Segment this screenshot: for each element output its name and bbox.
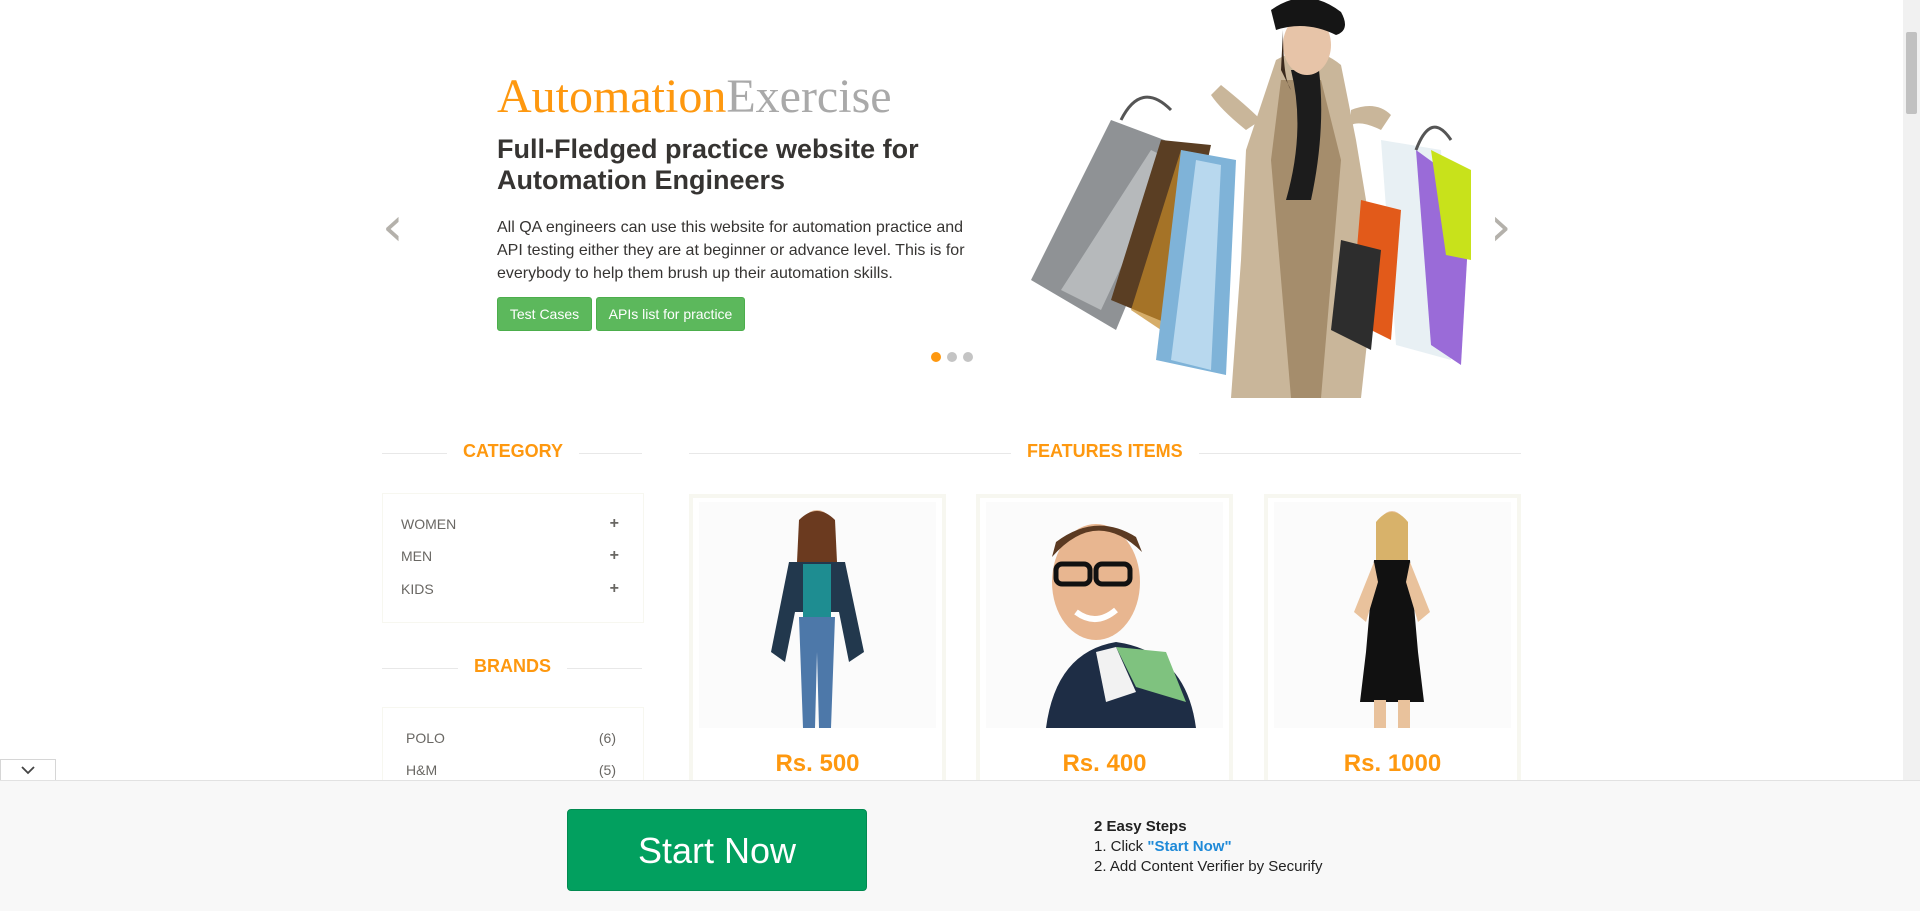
brand-part-exercise: Exercise xyxy=(726,70,892,123)
scrollbar-thumb[interactable] xyxy=(1906,32,1917,114)
page-scrollbar[interactable] xyxy=(1903,0,1920,780)
brand-item-hm[interactable]: H&M (5) xyxy=(406,762,616,778)
ad-banner: Start Now 2 Easy Steps 1. Click "Start N… xyxy=(0,780,1920,911)
apis-list-button[interactable]: APIs list for practice xyxy=(596,297,745,331)
slider-dot[interactable] xyxy=(947,352,957,362)
hero-shopping-image xyxy=(1031,0,1471,398)
brand-count: (6) xyxy=(598,730,616,746)
chevron-right-icon[interactable]: › xyxy=(1490,200,1512,254)
plus-icon[interactable]: + xyxy=(610,515,619,533)
step-1-text: 1. Click xyxy=(1094,838,1148,855)
product-card: Rs. 500 xyxy=(689,494,946,794)
product-image xyxy=(1274,502,1511,728)
plus-icon[interactable]: + xyxy=(610,580,619,598)
category-panel: WOMEN + MEN + KIDS + xyxy=(382,493,644,623)
product-card: Rs. 400 xyxy=(976,494,1233,794)
slider-description: All QA engineers can use this website fo… xyxy=(497,219,965,282)
hero-slider: ‹ › AutomationExercise Full-Fledged prac… xyxy=(370,0,1520,400)
category-title: CATEGORY xyxy=(447,441,580,462)
slider-headline: Full-Fledged practice website for Automa… xyxy=(497,134,919,195)
chevron-left-icon[interactable]: ‹ xyxy=(382,200,404,254)
ad-steps: 2 Easy Steps 1. Click "Start Now" 2. Add… xyxy=(1094,817,1322,877)
collapse-ad-button[interactable] xyxy=(0,759,56,781)
brand-item-polo[interactable]: POLO (6) xyxy=(406,730,616,746)
category-item-women[interactable]: WOMEN + xyxy=(401,515,619,533)
step-1: 1. Click "Start Now" xyxy=(1094,837,1322,857)
features-title: FEATURES ITEMS xyxy=(1011,441,1199,462)
step-2: 2. Add Content Verifier by Securify xyxy=(1094,858,1323,875)
category-item-men[interactable]: MEN + xyxy=(401,547,619,565)
category-label: MEN xyxy=(401,548,433,564)
category-label: KIDS xyxy=(401,581,434,597)
slider-dot[interactable] xyxy=(931,352,941,362)
brand-part-automation: Automation xyxy=(497,70,727,123)
chevron-down-icon xyxy=(21,766,35,775)
slider-indicators xyxy=(931,352,973,362)
product-image xyxy=(986,502,1223,728)
slider-dot[interactable] xyxy=(963,352,973,362)
step-1-highlight: "Start Now" xyxy=(1147,838,1232,855)
brand-count: (5) xyxy=(598,762,616,778)
product-image xyxy=(699,502,936,728)
slider-brand: AutomationExercise xyxy=(497,73,892,121)
test-cases-button[interactable]: Test Cases xyxy=(497,297,592,331)
product-price: Rs. 1000 xyxy=(1343,750,1442,777)
category-item-kids[interactable]: KIDS + xyxy=(401,580,619,598)
plus-icon[interactable]: + xyxy=(610,547,619,565)
steps-title: 2 Easy Steps xyxy=(1094,818,1187,835)
product-price: Rs. 400 xyxy=(1062,750,1147,777)
brands-title: BRANDS xyxy=(458,656,568,677)
start-now-button[interactable]: Start Now xyxy=(567,809,867,891)
brands-panel: POLO (6) H&M (5) xyxy=(382,707,644,787)
product-card: Rs. 1000 xyxy=(1264,494,1521,794)
category-label: WOMEN xyxy=(401,516,457,532)
brand-label: H&M xyxy=(406,762,438,778)
brand-label: POLO xyxy=(406,730,445,746)
product-price: Rs. 500 xyxy=(775,750,860,777)
